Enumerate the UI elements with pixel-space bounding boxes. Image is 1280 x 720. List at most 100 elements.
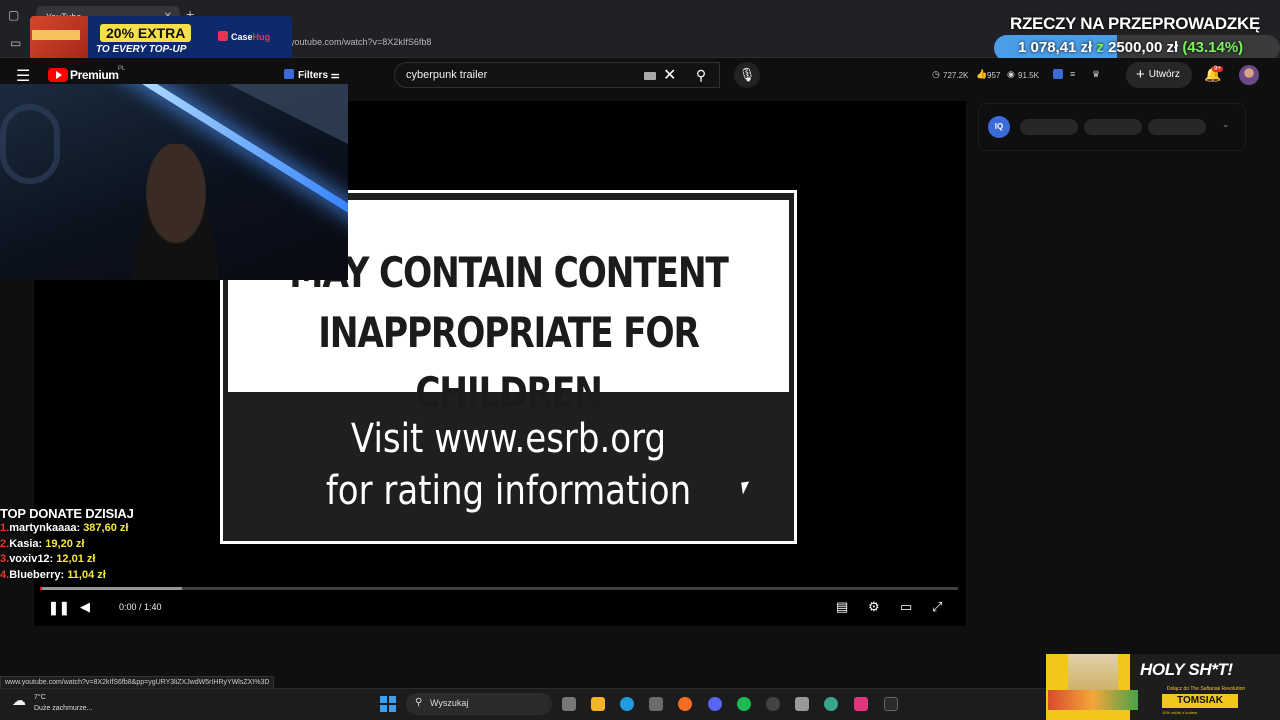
casehug-promo-banner: 20% EXTRA TO EVERY TOP-UP CaseHug [30,16,292,62]
weather-desc[interactable]: Duże zachmurze... [34,705,92,712]
donate-heading: TOP DONATE DZISIAJ [0,506,134,521]
pause-icon[interactable]: ❚❚ [48,600,70,616]
epic-games-icon[interactable] [884,697,898,711]
donate-rank: 4. [0,568,10,581]
notification-badge: 9+ [1212,66,1223,72]
room-ceiling [228,84,348,144]
ad-small-text: Dołącz do The Saftariak Revolution [1166,686,1246,692]
sponsor-ad: HOLY SH*T! Dołącz do The Saftariak Revol… [1046,654,1280,720]
store-icon[interactable] [649,697,663,711]
weather-temp[interactable]: 7°C [34,694,46,701]
donate-amount: 387,60 zł [83,522,129,534]
trophy-icon[interactable]: ♛ [1092,69,1100,80]
top-donate-overlay: TOP DONATE DZISIAJ 1.martynkaaaa: 387,60… [0,506,180,583]
product-graphic [1048,654,1138,710]
file-explorer-icon[interactable] [591,697,605,711]
avatar[interactable] [1239,65,1259,85]
ad-headline: HOLY SH*T! [1140,660,1233,679]
video-time: 0:00 / 1:40 [119,602,162,612]
sidebar-toggle-icon[interactable]: ▭ [10,36,21,50]
promo-brand: CaseHug [218,31,270,42]
goal-percent: (43.14%) [1182,39,1244,56]
volume-icon[interactable]: ◀ [80,599,90,615]
weather-cloud-icon[interactable]: ☁ [12,692,26,709]
app-icon[interactable] [824,697,838,711]
donation-goal-overlay: RZECZY NA PRZEPROWADZKĘ 1 078,41 zł z 25… [994,10,1280,61]
visit-line-2: for rating information [325,468,692,514]
stat-subs: 91.5K [1018,71,1039,80]
fullscreen-icon[interactable]: ⤢ [932,599,942,615]
search-icon: ⚲ [415,697,423,708]
donate-rank: 3. [0,553,10,565]
task-view-icon[interactable] [562,697,576,711]
create-button[interactable]: + Utwórz [1126,62,1192,88]
donate-amount: 12,01 zł [56,553,96,565]
taskbar-search[interactable]: ⚲ Wyszukaj [406,693,552,715]
iq-logo-icon[interactable]: IQ [988,116,1010,138]
eye-icon: ◉ [1007,69,1015,79]
casehug-logo-icon [218,31,228,41]
url-text[interactable]: youtube.com/watch?v=8X2kIfS6fb8 [290,37,431,47]
settings-icon[interactable] [795,697,809,711]
windows-start-icon[interactable] [380,696,396,712]
youtube-premium-label[interactable]: Premium [70,68,119,82]
donate-name: Kasia: [9,537,43,550]
donate-rank: 1. [0,522,10,534]
webcam-overlay [0,84,348,280]
donate-name: Blueberry: [9,568,65,581]
tab-actions-icon[interactable]: ▢ [8,8,19,22]
goal-current: 1 078,41 zł [1018,39,1093,56]
likes-icon: 👍 [976,69,988,79]
theater-mode-icon[interactable]: ▭ [900,599,912,615]
discord-icon[interactable] [708,697,722,711]
search-button[interactable]: ⚲ [684,62,718,88]
search-query[interactable]: cyberpunk trailer [406,69,487,81]
chevron-down-icon[interactable]: ⌄ [1222,119,1230,130]
subtitles-icon[interactable]: ▤ [836,599,848,615]
tiktok-icon[interactable] [854,697,868,711]
goal-amount: 1 078,41 zł z 2500,00 zł (43.14%) [1018,39,1243,56]
goal-connector: z [1096,39,1104,56]
panel-pill-3[interactable] [1148,119,1206,135]
views-icon: ◷ [932,69,940,79]
settings-gear-icon[interactable]: ⚙ [868,599,880,615]
chest-graphic [30,16,88,62]
youtube-logo-icon[interactable] [48,68,68,82]
edge-icon[interactable] [620,697,634,711]
buffered-bar [40,587,183,590]
donate-name: martynkaaaa: [9,522,81,534]
sliders-icon: ⚌ [330,70,340,81]
filters-label: Filters [298,70,329,81]
filters-button[interactable]: Filters ⚌ [278,66,346,84]
taskbar-search-label: Wyszukaj [430,698,469,708]
donate-amount: 11,04 zł [67,568,106,581]
goal-target: 2500,00 zł [1108,39,1179,56]
spotify-icon[interactable] [737,697,751,711]
region-code: PL [118,66,126,72]
esrb-visit: Visit www.esrb.org for rating informatio… [266,413,751,517]
create-label: Utwórz [1148,69,1180,80]
donate-row: 3.voxiv12: 12,01 zł [0,552,180,568]
ad-tagline: 10% zniżki z kodem [1162,710,1198,715]
list-icon[interactable]: ≡ [1070,69,1075,79]
clear-search-icon[interactable]: ✕ [663,65,676,85]
brand-case: Case [231,32,253,42]
donate-name: voxiv12: [9,553,54,565]
stat-views: 727.2K [943,71,969,80]
donate-amount: 19,20 zł [45,537,85,550]
firefox-icon[interactable] [678,697,692,711]
donate-row: 1.martynkaaaa: 387,60 zł [0,521,180,537]
keyboard-icon[interactable] [644,72,656,80]
promo-headline: 20% EXTRA [100,24,192,42]
ad-code-name: TOMSIAK [1162,694,1238,708]
room-decor [0,104,60,184]
donate-row: 4.Blueberry: 11,04 zł [0,568,180,584]
promo-subline: TO EVERY TOP-UP [96,44,187,55]
panel-pill-1[interactable] [1020,119,1078,135]
iq-extension-icon[interactable] [1053,69,1063,79]
voice-search-button[interactable]: 🎙 [734,62,760,88]
hamburger-menu-icon[interactable]: ☰ [16,66,32,86]
plus-icon: + [1136,66,1145,83]
obs-icon[interactable] [766,697,780,711]
panel-pill-2[interactable] [1084,119,1142,135]
